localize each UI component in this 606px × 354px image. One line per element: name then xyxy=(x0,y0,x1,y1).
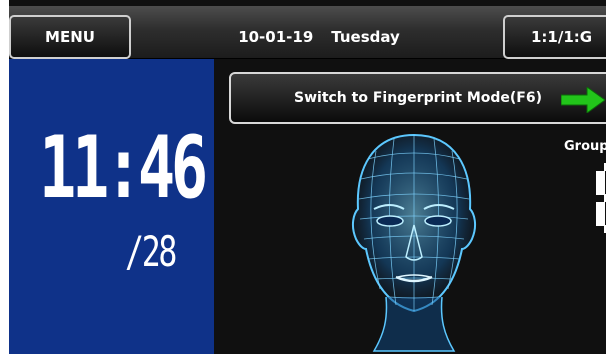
switch-fingerprint-mode-button[interactable]: Switch to Fingerprint Mode(F6) xyxy=(229,72,606,124)
group-label: Group xyxy=(564,139,606,154)
clock-seconds: /28 xyxy=(125,227,177,276)
clock-time: 11:46 xyxy=(39,118,208,218)
clock-panel: 11:46 /28 xyxy=(9,59,214,354)
top-bar: MENU 10-01-19 Tuesday 1:1/1:G xyxy=(9,6,606,59)
main-content: Switch to Fingerprint Mode(F6) Group xyxy=(214,59,606,354)
date-display: 10-01-19 Tuesday xyxy=(149,28,489,46)
group-digit-glyph xyxy=(596,163,606,233)
weekday-text: Tuesday xyxy=(331,28,400,46)
verify-mode-button[interactable]: 1:1/1:G xyxy=(503,15,606,59)
date-text: 10-01-19 xyxy=(238,28,314,46)
switch-label: Switch to Fingerprint Mode(F6) xyxy=(294,90,543,106)
face-scan-icon xyxy=(351,133,477,352)
device-screen: MENU 10-01-19 Tuesday 1:1/1:G 11:46 /28 … xyxy=(9,0,606,354)
menu-button[interactable]: MENU xyxy=(9,15,131,59)
right-arrow-icon xyxy=(561,87,605,113)
